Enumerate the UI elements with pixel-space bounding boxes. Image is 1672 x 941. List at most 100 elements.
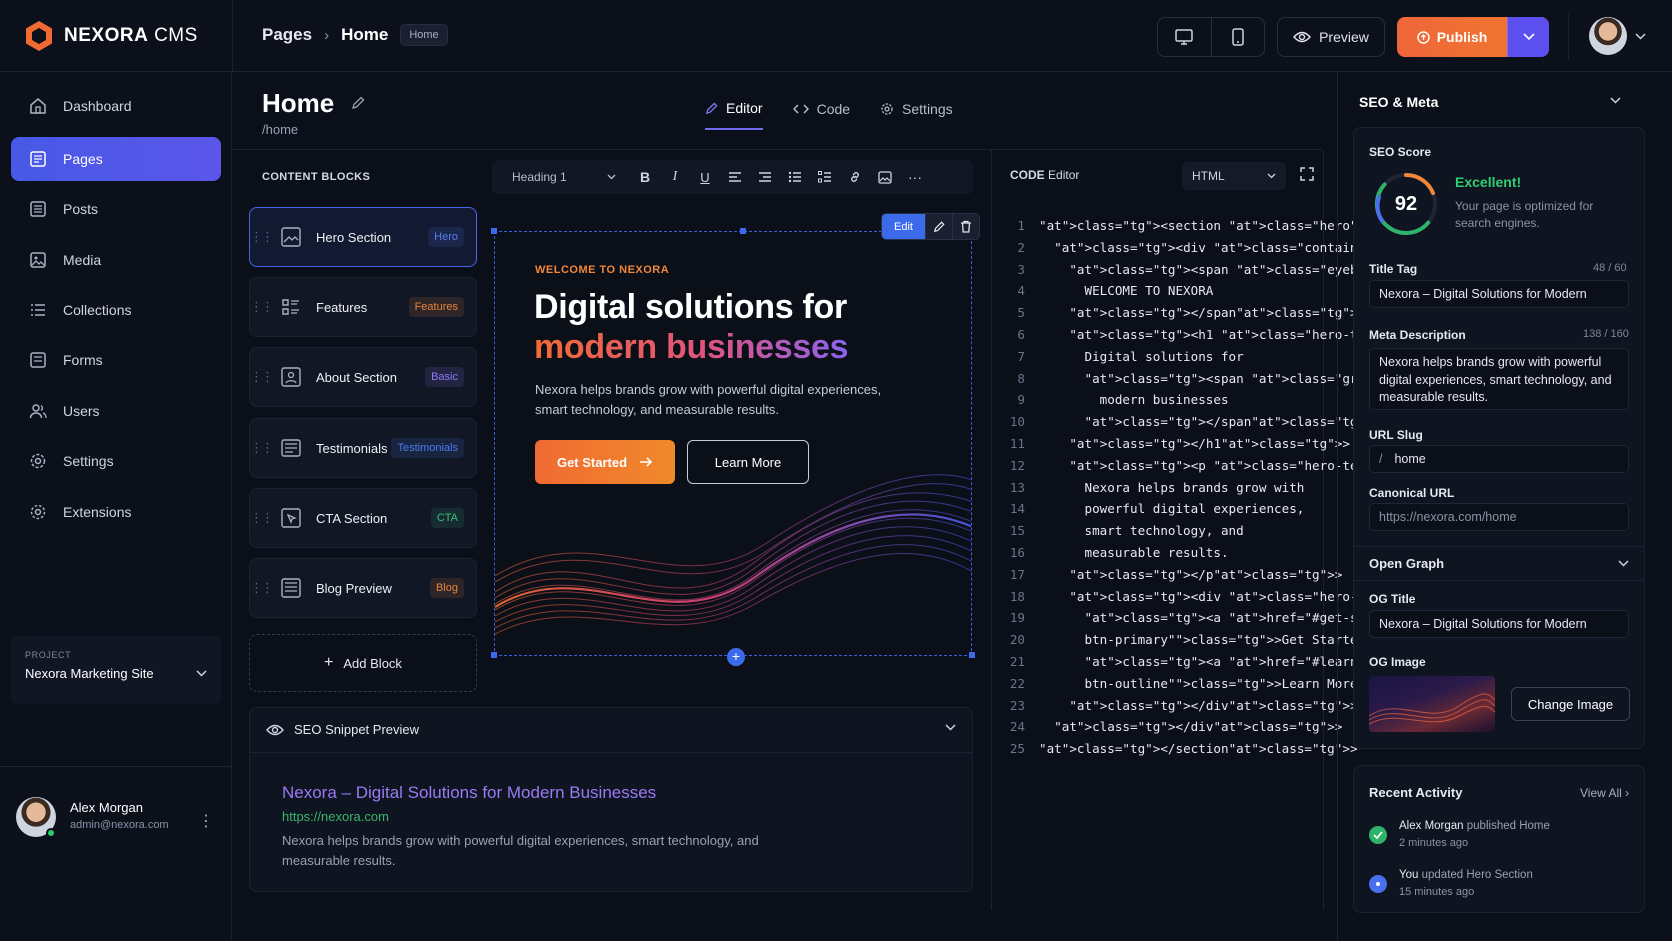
chevron-down-icon[interactable] [945,724,956,731]
testimonials-icon [278,435,304,461]
chevron-right-icon: › [324,26,330,44]
check-icon [1369,826,1387,844]
resize-handle[interactable] [740,228,746,234]
edit-block-button[interactable]: Edit [882,214,925,239]
block-item-testimonials[interactable]: ⋮⋮ Testimonials Testimonials [249,418,477,478]
block-item-features[interactable]: ⋮⋮ Features Features [249,277,477,337]
snippet-url: https://nexora.com [282,809,389,824]
drag-handle-icon[interactable]: ⋮⋮ [250,440,274,456]
open-graph-header[interactable]: Open Graph [1369,556,1444,571]
block-name: Blog Preview [316,580,392,596]
line-number: 16 [1009,544,1025,560]
drag-handle-icon[interactable]: ⋮⋮ [250,510,274,526]
language-select[interactable]: HTML [1182,162,1286,190]
tab-label: Settings [902,101,953,117]
chevron-down-icon[interactable] [1618,560,1629,567]
chevron-down-icon [196,670,207,677]
resize-handle[interactable] [969,652,975,658]
drag-handle-icon[interactable]: ⋮⋮ [250,580,274,596]
view-all-link[interactable]: View All › [1580,786,1629,800]
sidebar-item-forms[interactable]: Forms [11,338,221,382]
delete-block-button[interactable] [951,214,979,239]
link-button[interactable] [840,170,870,184]
user-profile: Alex Morgan admin@nexora.com ⋮ [0,766,232,869]
canonical-url-input[interactable]: https://nexora.com/home [1369,503,1629,531]
tab-editor[interactable]: Editor [705,100,763,130]
title-tag-input[interactable]: Nexora – Digital Solutions for Modern [1369,280,1629,308]
sidebar-item-collections[interactable]: Collections [11,288,221,332]
sidebar-item-extensions[interactable]: Extensions [11,490,221,534]
sidebar-item-pages[interactable]: Pages [11,137,221,181]
project-selector[interactable]: PROJECT Nexora Marketing Site [11,636,221,704]
gear-icon [30,453,46,469]
line-number: 10 [1009,414,1025,430]
url-slug-input[interactable]: / home [1369,445,1629,473]
checklist-button[interactable] [810,171,840,183]
expand-icon[interactable] [1300,167,1314,181]
publish-button[interactable]: Publish [1397,17,1507,57]
page-title: Home [262,88,335,118]
bold-button[interactable]: B [630,169,660,185]
desktop-view-button[interactable] [1158,18,1212,56]
tab-label: Code [816,101,851,117]
preview-button[interactable]: Preview [1277,17,1385,57]
block-item-about-section[interactable]: ⋮⋮ About Section Basic [249,347,477,407]
publish-options-button[interactable] [1507,17,1549,57]
breadcrumb-pages[interactable]: Pages [262,25,312,45]
og-image-label: OG Image [1369,655,1426,669]
sidebar-item-media[interactable]: Media [11,238,221,282]
block-item-blog-preview[interactable]: ⋮⋮ Blog Preview Blog [249,558,477,618]
resize-handle[interactable] [491,228,497,234]
hero-text: Nexora helps brands grow with powerful d… [535,382,882,417]
drag-handle-icon[interactable]: ⋮⋮ [250,299,274,315]
block-item-hero-section[interactable]: ⋮⋮ Hero Section Hero [249,207,477,267]
user-menu[interactable] [1589,17,1646,55]
snippet-title[interactable]: Nexora – Digital Solutions for Modern Bu… [282,783,656,803]
align-right-button[interactable] [750,171,780,183]
project-label: PROJECT [25,650,72,660]
line-number: 2 [1017,239,1025,255]
chevron-down-icon[interactable] [1610,97,1621,104]
resize-handle[interactable] [491,652,497,658]
tab-settings[interactable]: Settings [880,100,953,130]
sidebar-item-dashboard[interactable]: Dashboard [11,84,221,128]
italic-icon: I [672,169,678,184]
change-image-button[interactable]: Change Image [1511,687,1630,721]
sidebar-item-settings[interactable]: Settings [11,439,221,483]
og-title-input[interactable]: Nexora – Digital Solutions for Modern [1369,610,1629,638]
drag-handle-icon[interactable]: ⋮⋮ [250,229,274,245]
sidebar-item-label: Extensions [63,504,132,520]
mobile-view-button[interactable] [1212,18,1265,56]
underline-button[interactable]: U [690,170,720,185]
bold-icon: B [639,169,651,185]
align-left-button[interactable] [720,171,750,183]
seo-meta-title: SEO & Meta [1359,94,1439,110]
text-style-value: Heading 1 [512,170,567,184]
block-name: About Section [316,369,397,385]
sidebar-item-label: Settings [63,453,114,469]
block-tag: CTA [430,508,464,528]
italic-button[interactable]: I [660,169,690,185]
sidebar-item-label: Users [63,403,100,419]
sidebar-item-posts[interactable]: Posts [11,187,221,231]
add-block-below-button[interactable]: + [727,648,745,666]
add-block-button[interactable]: + Add Block [249,634,477,692]
sidebar-item-users[interactable]: Users [11,389,221,433]
learn-more-button[interactable]: Learn More [687,440,809,484]
block-item-cta-section[interactable]: ⋮⋮ CTA Section CTA [249,488,477,548]
app-logo[interactable]: NEXORA CMS [24,20,198,52]
eye-icon [266,724,284,735]
get-started-button[interactable]: Get Started [535,440,675,484]
image-button[interactable] [870,170,900,184]
edit-pencil-button[interactable] [924,214,952,239]
bullet-list-button[interactable] [780,171,810,183]
more-vertical-icon[interactable]: ⋮ [198,811,214,831]
line-number: 3 [1017,261,1025,277]
meta-description-textarea[interactable]: Nexora helps brands grow with powerful d… [1369,348,1629,410]
more-options-button[interactable]: ··· [900,169,930,185]
tab-code[interactable]: Code [792,100,851,130]
pencil-icon[interactable] [351,96,365,110]
hero-title-line2: modern businesses [534,328,849,366]
text-style-select[interactable]: Heading 1 [512,170,630,184]
drag-handle-icon[interactable]: ⋮⋮ [250,369,274,385]
